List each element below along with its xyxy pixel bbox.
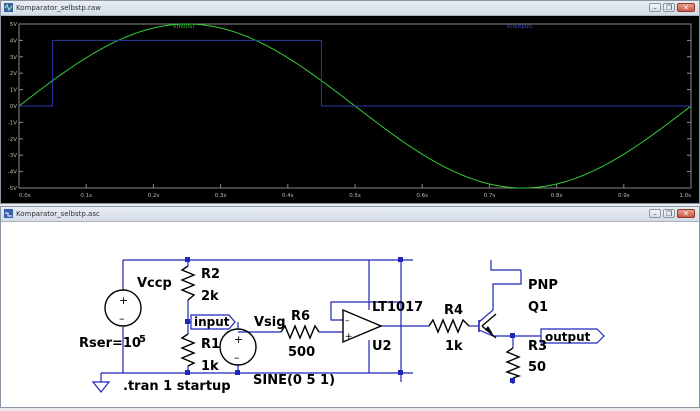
q1-label: Q1: [528, 300, 548, 315]
y-tick-label: 5V: [10, 22, 17, 28]
r1-label: R1: [201, 337, 220, 352]
schematic-titlebar[interactable]: Komparator_selbstp.asc – ❐ ✕: [1, 207, 699, 222]
pnp-label: PNP: [528, 278, 558, 293]
lt1017-label: LT1017: [372, 300, 423, 315]
ground-symbol: [91, 381, 111, 393]
tran-directive: .tran 1 startup: [123, 379, 231, 394]
r2-value: 2k: [201, 289, 219, 304]
y-tick-label: 1V: [10, 88, 17, 94]
x-tick-label: 0.3s: [215, 193, 227, 199]
r4-value: 1k: [445, 339, 463, 354]
sine-spec: SINE(0 5 1): [253, 373, 335, 388]
vccp-minus: –: [119, 312, 125, 325]
waveform-chart[interactable]: 5V 4V 3V 2V 1V 0V -1V -2V -3V -4V -5V0.0s 0.1s 0.2s 0…: [1, 16, 699, 203]
output-net-label: output: [545, 330, 591, 344]
r2-resistor: [180, 265, 196, 301]
close-button[interactable]: ✕: [677, 209, 695, 218]
x-tick-label: 0.7s: [484, 193, 496, 199]
y-tick-label: 2V: [10, 71, 17, 77]
x-tick-label: 0.5s: [349, 193, 361, 199]
schematic-window-title: Komparator_selbstp.asc: [16, 210, 100, 218]
vsig-source[interactable]: + –: [219, 328, 257, 366]
legend-v-n005: V(n005): [173, 24, 195, 30]
x-tick-label: 0.9s: [618, 193, 630, 199]
restore-button[interactable]: ❐: [663, 3, 675, 12]
waveform-window[interactable]: Komparator_selbstp.raw – ❐ ✕ 5V 4V 3V 2V 1V 0…: [0, 0, 700, 204]
r4-resistor: [428, 318, 470, 334]
y-tick-label: -5V: [8, 186, 17, 192]
r6-label: R6: [291, 309, 310, 324]
r1-resistor: [180, 333, 196, 367]
close-button[interactable]: ✕: [677, 3, 695, 12]
vccp-source[interactable]: + –: [104, 289, 142, 327]
opamp-minus-pin: –: [345, 316, 350, 326]
x-tick-label: 0.8s: [551, 193, 563, 199]
input-net-label: input: [194, 315, 230, 329]
r6-resistor: [280, 324, 320, 340]
r1-value: 1k: [201, 359, 219, 374]
waveform-window-title: Komparator_selbstp.raw: [16, 4, 101, 12]
waveform-app-icon: [4, 3, 13, 12]
r2-label: R2: [201, 267, 220, 282]
vccp-label: Vccp: [137, 276, 172, 291]
r3-value: 50: [528, 360, 546, 375]
waveform-plot-area[interactable]: 5V 4V 3V 2V 1V 0V -1V -2V -3V -4V -5V 0.0s 0.1s 0.2s 0…: [1, 16, 699, 203]
rser-exponent: 5: [139, 334, 146, 345]
r4-label: R4: [444, 303, 463, 318]
y-tick-label: -2V: [8, 137, 17, 143]
vccp-plus: +: [119, 294, 128, 307]
schematic-app-icon: [4, 209, 13, 218]
vsig-minus: –: [234, 351, 240, 364]
waveform-titlebar[interactable]: Komparator_selbstp.raw – ❐ ✕: [1, 1, 699, 16]
schematic-drawing[interactable]: + – + – – + Vccp Rser=10 5 R2 2k R1 1k i…: [1, 222, 699, 407]
x-tick-label: 0.0s: [19, 193, 31, 199]
vsig-plus: +: [234, 333, 243, 346]
minimize-button[interactable]: –: [649, 209, 661, 218]
minimize-button[interactable]: –: [649, 3, 661, 12]
rser-label: Rser=10: [79, 336, 141, 351]
series-line-v-output: [19, 39, 691, 107]
opamp-plus-pin: +: [345, 332, 353, 342]
y-tick-label: -3V: [8, 153, 17, 159]
x-tick-label: 0.6s: [416, 193, 428, 199]
r3-resistor: [505, 347, 522, 379]
u2-label: U2: [372, 339, 392, 354]
vsig-label: Vsig: [254, 315, 286, 330]
x-tick-label: 1.0s: [679, 193, 691, 199]
y-tick-label: 4V: [10, 38, 17, 44]
x-tick-label: 0.2s: [148, 193, 160, 199]
restore-button[interactable]: ❐: [663, 209, 675, 218]
x-tick-label: 0.1s: [80, 193, 92, 199]
r6-value: 500: [288, 345, 315, 360]
y-tick-label: 3V: [10, 55, 17, 61]
legend-v-output: V(output): [507, 24, 533, 30]
y-tick-label: 0V: [10, 104, 17, 110]
y-tick-label: -1V: [8, 120, 17, 126]
y-tick-label: -4V: [8, 170, 17, 176]
x-tick-label: 0.4s: [282, 193, 294, 199]
schematic-canvas[interactable]: + – + – – + Vccp Rser=10 5 R2 2k R1 1k i…: [1, 222, 699, 407]
schematic-window[interactable]: Komparator_selbstp.asc – ❐ ✕ + – + – – +…: [0, 206, 700, 408]
